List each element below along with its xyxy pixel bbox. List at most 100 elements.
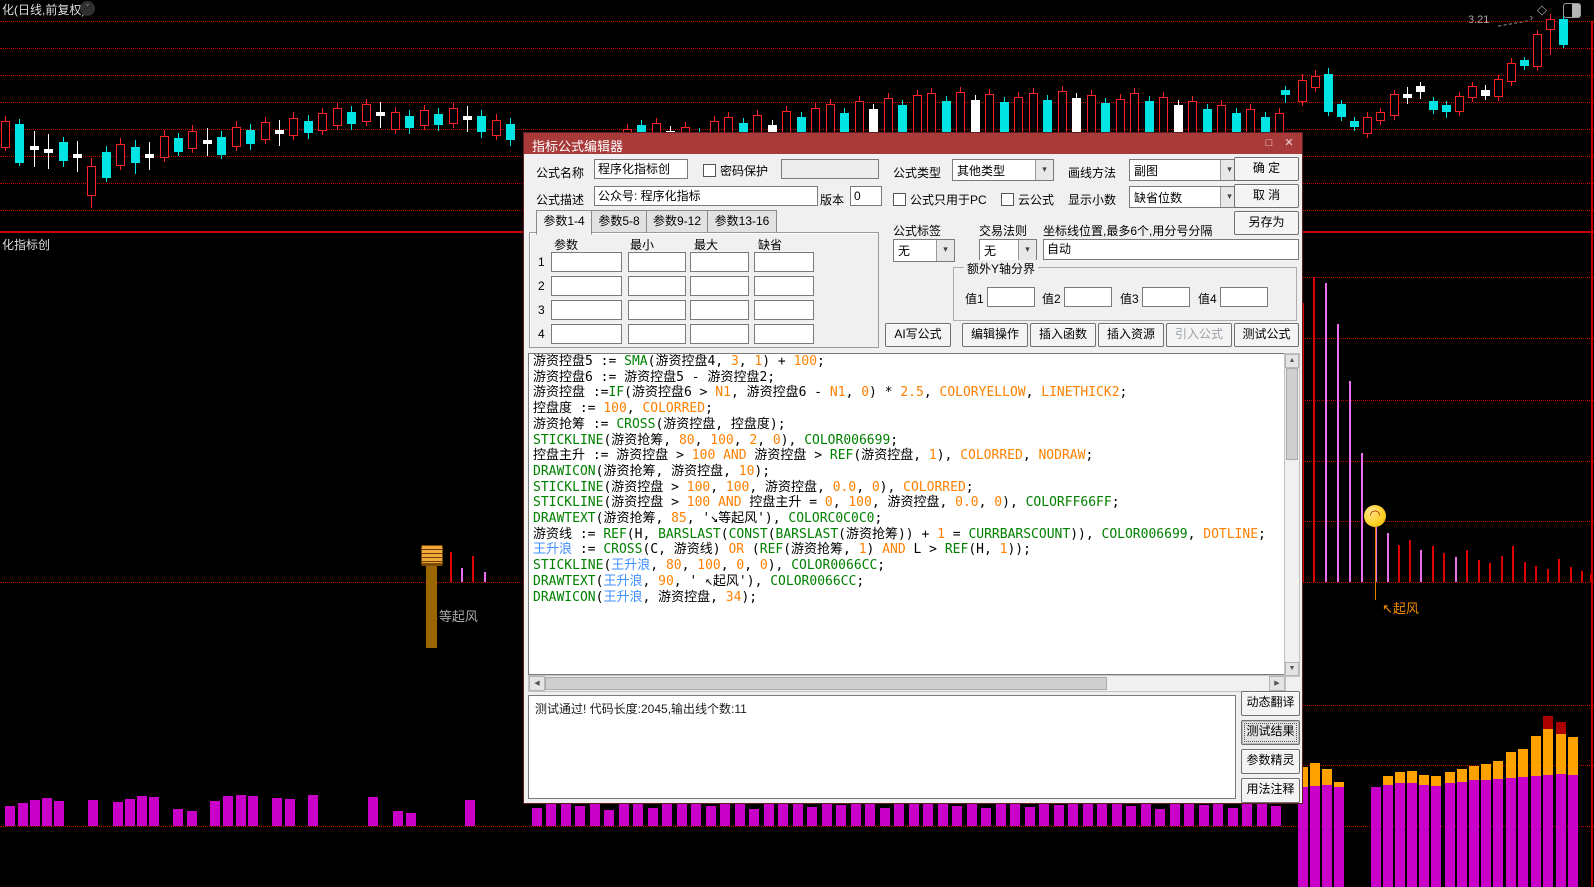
- password-checkbox[interactable]: 密码保护: [703, 162, 768, 179]
- indicator-spike: [1420, 550, 1422, 582]
- scroll-down-icon[interactable]: ▼: [1285, 662, 1299, 676]
- v2-input[interactable]: [1064, 287, 1112, 307]
- insert-resource-button[interactable]: 插入资源: [1098, 323, 1164, 347]
- grid-line: [0, 826, 1594, 827]
- symbol-dropdown-icon[interactable]: ˇ: [80, 1, 95, 16]
- v2-label: 值2: [1042, 292, 1061, 306]
- param-input-r2c4[interactable]: [754, 276, 814, 296]
- param-input-r1c3[interactable]: [690, 252, 749, 272]
- param-input-r2c3[interactable]: [690, 276, 749, 296]
- tag-label: 公式标签: [893, 224, 942, 238]
- param-input-r1c1[interactable]: [551, 252, 622, 272]
- save-as-button[interactable]: 另存为: [1234, 211, 1299, 235]
- name-input[interactable]: 程序化指标创: [594, 159, 688, 179]
- chart-right-border: [1591, 21, 1593, 887]
- param-input-r3c3[interactable]: [690, 300, 749, 320]
- tab-params-1[interactable]: 参数1-4: [536, 210, 592, 235]
- test-formula-button[interactable]: 测试公式: [1234, 323, 1299, 347]
- param-input-r2c1[interactable]: [551, 276, 622, 296]
- volume-bar-magenta: [1395, 783, 1405, 887]
- cloud-checkbox[interactable]: 云公式: [1001, 191, 1054, 208]
- chevron-down-icon[interactable]: ▾: [1035, 160, 1053, 180]
- chevron-down-icon[interactable]: ▾: [1018, 240, 1036, 261]
- volume-bar-orange: [1518, 749, 1528, 777]
- code-editor[interactable]: 游资控盘5 := SMA(游资控盘4, 3, 1) + 100; 游资控盘6 :=…: [528, 353, 1286, 675]
- type-select[interactable]: 其他类型 ▾: [952, 159, 1054, 181]
- tab-params-4[interactable]: 参数13-16: [707, 210, 777, 233]
- draw-method-select[interactable]: 副图 ▾: [1129, 159, 1239, 181]
- v-scrollbar[interactable]: ▲ ▼: [1284, 353, 1300, 677]
- candle: [232, 127, 241, 147]
- code-line: STICKLINE(游资抢筹, 80, 100, 2, 0), COLOR006…: [533, 432, 899, 448]
- v4-input[interactable]: [1220, 287, 1268, 307]
- scroll-left-icon[interactable]: ◀: [529, 676, 545, 691]
- dynamic-translate-button[interactable]: 动态翻译: [1241, 691, 1300, 716]
- close-icon[interactable]: ✕: [1280, 135, 1298, 151]
- tab-params-3[interactable]: 参数9-12: [646, 210, 708, 233]
- param-input-r1c4[interactable]: [754, 252, 814, 272]
- param-input-r2c2[interactable]: [628, 276, 686, 296]
- trade-rule-select[interactable]: 无 ▾: [979, 239, 1037, 262]
- param-input-r4c3[interactable]: [690, 324, 749, 344]
- h-scrollbar[interactable]: ◀ ▶: [528, 675, 1286, 692]
- candle: [1324, 74, 1333, 112]
- volume-bar: [1141, 801, 1151, 826]
- candle: [1298, 80, 1307, 102]
- chevron-down-icon[interactable]: ▾: [936, 240, 954, 261]
- type-label: 公式类型: [893, 166, 942, 180]
- v3-input[interactable]: [1142, 287, 1190, 307]
- param-input-r3c1[interactable]: [551, 300, 622, 320]
- param-wizard-button[interactable]: 参数精灵: [1241, 749, 1300, 774]
- test-result-button[interactable]: 测试结果: [1241, 720, 1300, 745]
- code-line: 王升浪 := CROSS(C, 游资线) OR (REF(游资抢筹, 1) AN…: [533, 542, 1031, 558]
- axis-pos-input[interactable]: 自动: [1043, 239, 1299, 260]
- panel-layout-icon[interactable]: [1563, 3, 1581, 18]
- param-input-r4c4[interactable]: [754, 324, 814, 344]
- candle: [1203, 109, 1212, 134]
- grid-line: [0, 21, 1594, 22]
- candle: [971, 100, 980, 134]
- pc-only-checkbox[interactable]: 公式只用于PC: [893, 191, 987, 208]
- diamond-icon[interactable]: ◇: [1537, 2, 1547, 18]
- param-input-r3c2[interactable]: [628, 300, 686, 320]
- tab-params-2[interactable]: 参数5-8: [591, 210, 647, 233]
- axis-pos-label: 坐标线位置,最多6个,用分号分隔: [1043, 224, 1213, 238]
- indicator-spike: [1478, 560, 1480, 582]
- volume-bar-orange: [1310, 763, 1320, 786]
- v-scroll-thumb[interactable]: [1286, 368, 1298, 460]
- edit-ops-button[interactable]: 编辑操作: [962, 323, 1028, 347]
- cancel-button[interactable]: 取 消: [1234, 184, 1299, 208]
- volume-bar: [648, 808, 658, 826]
- usage-notes-button[interactable]: 用法注释: [1241, 778, 1300, 803]
- password-input[interactable]: [781, 159, 879, 179]
- decimals-select[interactable]: 缺省位数 ▾: [1129, 186, 1239, 208]
- scroll-right-icon[interactable]: ▶: [1269, 676, 1285, 691]
- insert-function-button[interactable]: 插入函数: [1030, 323, 1096, 347]
- indicator-spike: [1443, 553, 1445, 582]
- import-formula-button[interactable]: 引入公式: [1166, 323, 1232, 347]
- candle: [1281, 90, 1290, 95]
- volume-bar: [187, 811, 197, 826]
- volume-bar-orange: [1445, 772, 1455, 783]
- version-input[interactable]: 0: [850, 186, 882, 206]
- param-input-r4c2[interactable]: [628, 324, 686, 344]
- volume-bar: [1213, 802, 1223, 826]
- candle: [1363, 117, 1372, 134]
- ai-write-button[interactable]: AI写公式: [885, 323, 951, 347]
- h-scroll-thumb[interactable]: [545, 677, 1107, 690]
- volume-bar: [1126, 806, 1136, 826]
- volume-bar: [272, 798, 282, 826]
- ok-button[interactable]: 确 定: [1234, 157, 1299, 181]
- desc-input[interactable]: 公众号: 程序化指标: [594, 186, 818, 206]
- param-input-r4c1[interactable]: [551, 324, 622, 344]
- param-input-r1c2[interactable]: [628, 252, 686, 272]
- maximize-icon[interactable]: □: [1260, 135, 1278, 151]
- candle: [318, 113, 327, 131]
- dialog-titlebar[interactable]: 指标公式编辑器 □ ✕: [524, 133, 1302, 154]
- indicator-spike: [1570, 567, 1572, 582]
- tag-select[interactable]: 无 ▾: [893, 239, 955, 262]
- scroll-up-icon[interactable]: ▲: [1285, 354, 1299, 368]
- param-input-r3c4[interactable]: [754, 300, 814, 320]
- v1-input[interactable]: [987, 287, 1035, 307]
- volume-bar: [749, 809, 759, 826]
